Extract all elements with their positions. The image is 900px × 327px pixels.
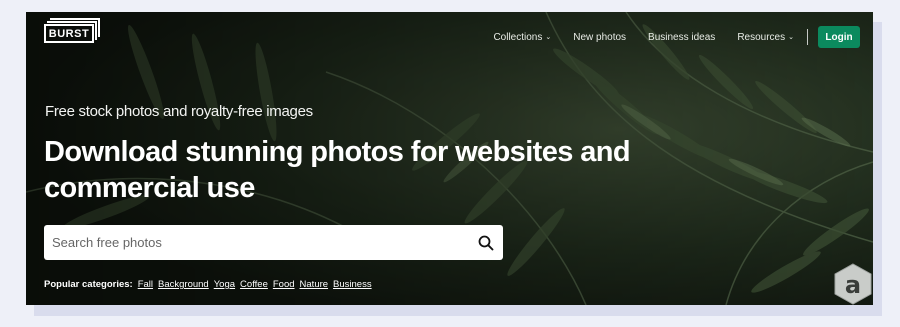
hero-banner: BURST Collections ⌄ New photos Business i… (26, 12, 873, 305)
category-link-fall[interactable]: Fall (138, 279, 153, 290)
hero-tagline: Free stock photos and royalty-free image… (45, 103, 313, 120)
nav-resources[interactable]: Resources ⌄ (726, 32, 805, 43)
search-icon[interactable] (478, 235, 494, 251)
category-link-background[interactable]: Background (158, 279, 209, 290)
nav-label: New photos (573, 31, 627, 43)
nav-new-photos[interactable]: New photos (562, 32, 637, 43)
popular-categories: Popular categories: Fall Background Yoga… (44, 279, 372, 290)
category-link-coffee[interactable]: Coffee (240, 279, 268, 290)
category-link-nature[interactable]: Nature (300, 279, 329, 290)
category-link-yoga[interactable]: Yoga (214, 279, 235, 290)
hero-headline: Download stunning photos for websites an… (44, 136, 631, 204)
popular-categories-label: Popular categories: (44, 279, 133, 290)
nav-label: Business ideas (648, 31, 716, 43)
logo-text: BURST (44, 24, 94, 43)
burst-logo[interactable]: BURST (44, 18, 100, 46)
nav-collections[interactable]: Collections ⌄ (482, 32, 562, 43)
watermark-badge-icon: a (834, 263, 872, 305)
top-nav: Collections ⌄ New photos Business ideas R… (482, 26, 860, 48)
category-link-food[interactable]: Food (273, 279, 295, 290)
badge-letter: a (845, 271, 861, 299)
chevron-down-icon: ⌄ (788, 33, 794, 41)
nav-label: Resources (737, 31, 786, 43)
search-input[interactable] (44, 225, 478, 260)
category-link-business[interactable]: Business (333, 279, 372, 290)
search-bar (44, 225, 503, 260)
login-button[interactable]: Login (818, 26, 860, 48)
nav-business-ideas[interactable]: Business ideas (637, 32, 726, 43)
chevron-down-icon: ⌄ (545, 33, 552, 41)
nav-divider (807, 29, 808, 45)
nav-label: Collections (493, 31, 543, 43)
